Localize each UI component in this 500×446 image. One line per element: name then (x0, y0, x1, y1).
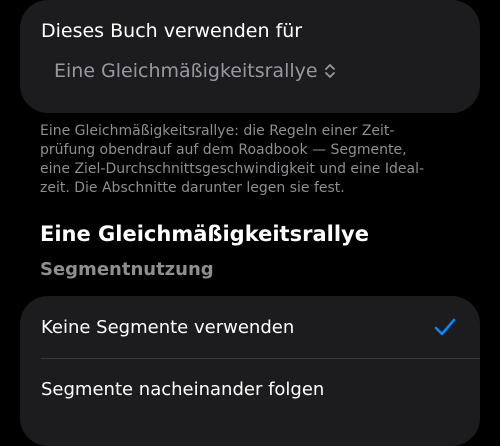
footnote-line: zeit. Die Abschnitte darunter legen sie … (40, 180, 345, 196)
chevron-up-down-icon (324, 64, 335, 78)
usage-footnote: Eine Gleichmäßigkeitsrallye: die Regeln … (40, 122, 470, 198)
usage-card: Dieses Buch verwenden für Eine Gleichmäß… (20, 0, 480, 113)
option-no-segments[interactable]: Keine Segmente verwenden (20, 296, 480, 356)
footnote-line: eine Ziel-Durchschnittsgeschwindigkeit u… (40, 161, 425, 177)
section-title: Eine Gleichmäßigkeitsrallye (40, 222, 369, 246)
option-label: Segmente nacheinander folgen (41, 379, 325, 400)
usage-picker[interactable]: Eine Gleichmäßigkeitsrallye (54, 60, 336, 82)
footnote-line: Eine Gleichmäßigkeitsrallye: die Regeln … (40, 123, 395, 139)
section-subtitle: Segmentnutzung (40, 259, 214, 280)
option-sequential-segments[interactable]: Segmente nacheinander folgen (20, 359, 480, 419)
usage-picker-value: Eine Gleichmäßigkeitsrallye (54, 60, 318, 82)
footnote-line: prüfung obendrauf auf dem Roadbook — Seg… (40, 142, 407, 158)
option-label: Keine Segmente verwenden (41, 317, 295, 338)
checkmark-icon (434, 318, 456, 336)
segment-options-list: Keine Segmente verwenden Segmente nachei… (20, 296, 480, 446)
usage-card-title: Dieses Buch verwenden für (41, 20, 303, 42)
